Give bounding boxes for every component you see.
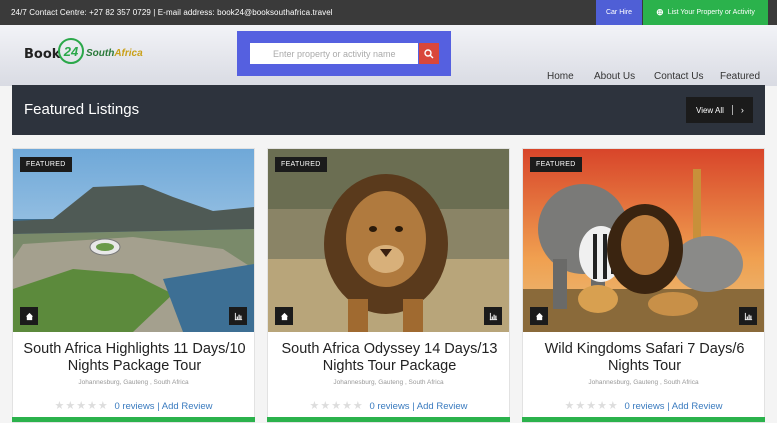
listing-location: Johannesburg, Gauteng , South Africa: [333, 379, 444, 386]
home-icon[interactable]: [530, 307, 548, 325]
car-hire-button[interactable]: Car Hire: [596, 0, 642, 25]
chart-icon[interactable]: [484, 307, 502, 325]
add-review-link[interactable]: Add Review: [672, 401, 723, 412]
nav-featured-link[interactable]: Featured: [720, 71, 760, 82]
add-review-link[interactable]: Add Review: [417, 401, 468, 412]
nav-home[interactable]: Home: [547, 71, 574, 82]
listing-rating: ★★★★★ 0 reviews | Add Review: [564, 400, 723, 412]
listing-image[interactable]: FEATURED: [523, 149, 764, 332]
view-all-label: View All: [696, 105, 724, 115]
divider: [731, 105, 733, 115]
search-button[interactable]: [419, 43, 439, 64]
add-review-link[interactable]: Add Review: [162, 401, 213, 412]
logo-24: 24: [58, 38, 84, 64]
logo-south-africa: SouthAfrica: [86, 48, 143, 59]
listing-card[interactable]: FEATURED Wild Kingdoms Safari 7 Days/6 N…: [522, 148, 765, 423]
reviews-link[interactable]: 0 reviews: [114, 401, 154, 412]
nav-featured[interactable]: Featured: [720, 71, 760, 82]
star-icons: ★★★★★: [54, 400, 109, 412]
top-bar: 24/7 Contact Centre: +27 82 357 0729 | E…: [0, 0, 777, 25]
listing-rating: ★★★★★ 0 reviews | Add Review: [309, 400, 468, 412]
star-icons: ★★★★★: [309, 400, 364, 412]
search-box: [237, 31, 451, 76]
search-icon: [424, 48, 434, 58]
reviews-link[interactable]: 0 reviews: [624, 401, 664, 412]
star-icons: ★★★★★: [564, 400, 619, 412]
listing-rating: ★★★★★ 0 reviews | Add Review: [54, 400, 213, 412]
search-input[interactable]: [250, 43, 418, 64]
list-property-button[interactable]: ⊕ List Your Property or Activity: [643, 0, 768, 25]
chart-icon[interactable]: [739, 307, 757, 325]
featured-badge: FEATURED: [530, 157, 582, 172]
chart-icon[interactable]: [229, 307, 247, 325]
card-bottom-bar: [267, 417, 510, 422]
card-bottom-bar: [522, 417, 765, 422]
featured-badge: FEATURED: [20, 157, 72, 172]
list-property-label: List Your Property or Activity: [667, 9, 755, 16]
reviews-link[interactable]: 0 reviews: [369, 401, 409, 412]
featured-title: Featured Listings: [24, 101, 140, 118]
home-icon[interactable]: [275, 307, 293, 325]
site-logo[interactable]: Book 24 SouthAfrica: [24, 37, 164, 71]
listing-card[interactable]: FEATURED South Africa Odyssey 14 Days/13…: [267, 148, 510, 423]
listing-card[interactable]: FEATURED South Africa Highlights 11 Days…: [12, 148, 255, 423]
listing-location: Johannesburg, Gauteng , South Africa: [588, 379, 699, 386]
listing-location: Johannesburg, Gauteng , South Africa: [78, 379, 189, 386]
nav-contact-link[interactable]: Contact Us: [654, 71, 703, 82]
listing-image[interactable]: FEATURED: [268, 149, 509, 332]
nav-contact[interactable]: Contact Us: [654, 71, 703, 82]
view-all-button[interactable]: View All ›: [686, 97, 753, 123]
featured-badge: FEATURED: [275, 157, 327, 172]
listing-title[interactable]: South Africa Highlights 11 Days/10 Night…: [21, 341, 248, 375]
listing-image[interactable]: FEATURED: [13, 149, 254, 332]
contact-info: 24/7 Contact Centre: +27 82 357 0729 | E…: [11, 8, 333, 17]
logo-book: Book: [24, 47, 61, 62]
featured-banner: Featured Listings View All ›: [12, 85, 765, 135]
chevron-right-icon: ›: [740, 105, 744, 115]
nav-home-link[interactable]: Home: [547, 71, 574, 82]
home-icon[interactable]: [20, 307, 38, 325]
listing-title[interactable]: South Africa Odyssey 14 Days/13 Nights T…: [276, 341, 503, 375]
plus-icon: ⊕: [656, 7, 664, 17]
car-hire-label: Car Hire: [605, 9, 633, 16]
card-bottom-bar: [12, 417, 255, 422]
nav-about-link[interactable]: About Us: [594, 71, 635, 82]
nav-about[interactable]: About Us: [594, 71, 635, 82]
listing-title[interactable]: Wild Kingdoms Safari 7 Days/6 Nights Tou…: [531, 341, 758, 375]
